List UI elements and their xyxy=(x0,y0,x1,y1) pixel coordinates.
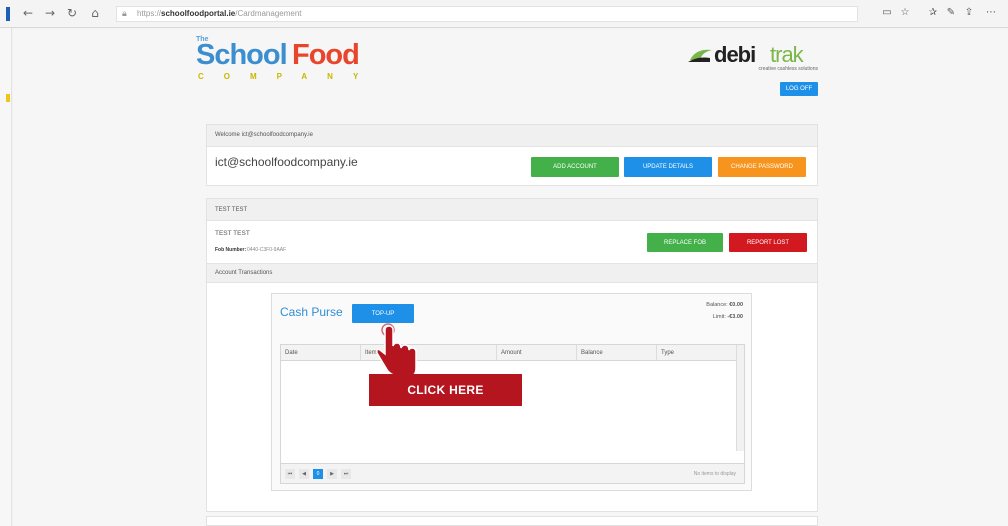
current-page[interactable]: 0 xyxy=(313,469,323,479)
pointing-hand-icon xyxy=(376,323,417,377)
log-off-button[interactable]: LOG OFF xyxy=(780,82,818,96)
update-details-button[interactable]: UPDATE DETAILS xyxy=(624,157,712,177)
school-food-company-logo: The School Food COMPANY xyxy=(196,36,376,86)
window-accent xyxy=(6,7,10,21)
column-type[interactable]: Type xyxy=(657,345,737,361)
card-panel-header: TEST TEST xyxy=(207,199,817,221)
replace-fob-button[interactable]: REPLACE FOB xyxy=(647,233,723,252)
grid-scrollbar[interactable] xyxy=(736,345,744,451)
next-page-icon[interactable]: ▶ xyxy=(327,469,337,479)
card-title: TEST TEST xyxy=(215,207,248,213)
first-page-icon[interactable]: ⏮ xyxy=(285,469,295,479)
grid-header: Date Item Amount Balance Type xyxy=(281,345,737,361)
logo-debi: debi xyxy=(714,42,756,67)
url-text: https://schoolfoodportal.ie/Cardmanageme… xyxy=(137,9,302,18)
column-balance[interactable]: Balance xyxy=(577,345,657,361)
transactions-header-text: Account Transactions xyxy=(215,270,273,276)
no-items-text: No items to display xyxy=(693,471,736,477)
account-panel: Welcome ict@schoolfoodcompany.ie ict@sch… xyxy=(206,124,818,186)
prev-page-icon[interactable]: ◀ xyxy=(299,469,309,479)
fob-label: Fob Number: xyxy=(215,247,247,253)
logo-trak: trak xyxy=(770,42,804,67)
account-email: ict@schoolfoodcompany.ie xyxy=(215,155,358,169)
forward-icon[interactable]: → xyxy=(42,5,58,21)
more-icon[interactable]: ⋯ xyxy=(984,6,998,20)
share-icon[interactable]: ⇪ xyxy=(962,6,976,20)
logo-school: School xyxy=(196,39,288,71)
transactions-header: Account Transactions xyxy=(207,263,817,283)
debitrak-swoosh-icon xyxy=(688,49,712,62)
add-account-button[interactable]: ADD ACCOUNT xyxy=(531,157,619,177)
side-pane-marker xyxy=(6,94,10,102)
transactions-grid: Date Item Amount Balance Type ⏮ ◀ 0 ▶ ⏭ … xyxy=(280,344,745,484)
side-pane-edge xyxy=(0,28,12,526)
debitrak-logo: debi trak creative cashless solutions xyxy=(686,42,820,72)
lock-icon: 🔒︎ xyxy=(122,9,127,19)
reading-view-icon[interactable]: ▭ xyxy=(880,6,894,20)
pen-icon[interactable]: ✎ xyxy=(944,6,958,20)
logo-food: Food xyxy=(292,39,360,71)
account-panel-header: Welcome ict@schoolfoodcompany.ie xyxy=(207,125,817,147)
cash-purse-title: Cash Purse xyxy=(280,305,343,319)
click-here-callout: CLICK HERE xyxy=(369,374,522,406)
limit-line: Limit: -€3.00 xyxy=(712,314,743,320)
back-icon[interactable]: ← xyxy=(20,5,36,21)
address-bar[interactable]: 🔒︎ https://schoolfoodportal.ie/Cardmanag… xyxy=(116,6,858,22)
welcome-text: Welcome ict@schoolfoodcompany.ie xyxy=(215,132,313,138)
column-amount[interactable]: Amount xyxy=(497,345,577,361)
logo-tagline: creative cashless solutions xyxy=(758,66,818,72)
balance-line: Balance: €0.00 xyxy=(706,302,743,308)
last-page-icon[interactable]: ⏭ xyxy=(341,469,351,479)
favorites-hub-icon[interactable]: ✰ xyxy=(926,6,940,20)
fob-value: 0440-C3F0-9AAF xyxy=(247,247,287,253)
browser-toolbar: ← → ↻ ⌂ 🔒︎ https://schoolfoodportal.ie/C… xyxy=(0,0,1008,28)
cardholder-name: TEST TEST xyxy=(215,230,250,237)
refresh-icon[interactable]: ↻ xyxy=(64,5,80,21)
next-panel-edge xyxy=(206,516,818,526)
report-lost-button[interactable]: REPORT LOST xyxy=(729,233,807,252)
column-date[interactable]: Date xyxy=(281,345,361,361)
change-password-button[interactable]: CHANGE PASSWORD xyxy=(718,157,806,177)
grid-footer: ⏮ ◀ 0 ▶ ⏭ No items to display xyxy=(281,463,744,483)
logo-company: COMPANY xyxy=(198,72,379,81)
favorite-icon[interactable]: ☆ xyxy=(898,6,912,20)
home-icon[interactable]: ⌂ xyxy=(87,5,103,21)
